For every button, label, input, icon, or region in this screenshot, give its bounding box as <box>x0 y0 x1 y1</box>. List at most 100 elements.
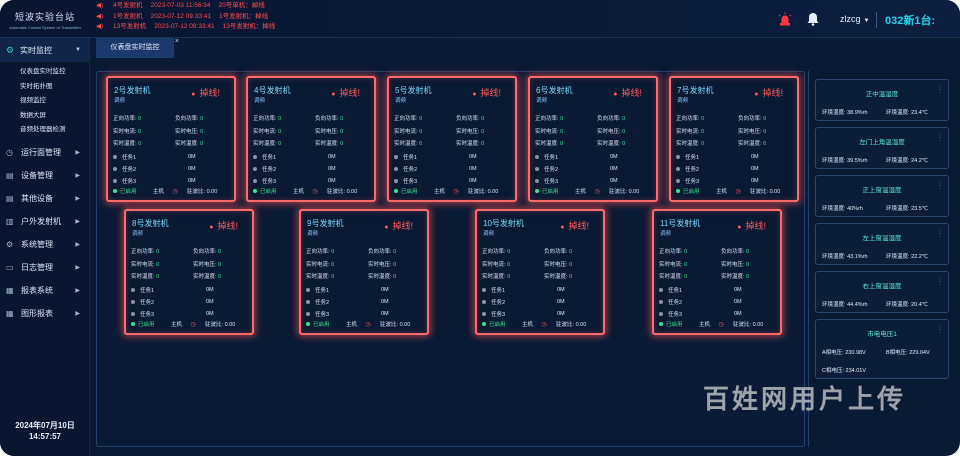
task-row: 任务1 0M <box>113 151 233 163</box>
task-row: 任务3 0M <box>253 175 373 187</box>
enabled-dot-icon <box>253 189 257 193</box>
alarm-light-icon[interactable] <box>778 12 792 26</box>
transmitter-name: 2号发射机 <box>114 86 151 95</box>
sidebar-item-system[interactable]: ⚙ 系统管理 ▶ <box>0 233 89 256</box>
alarm-ticker: ◀) 4号发射机 2023-07-03 11:56:34 20号单机：掉线 ◀) 1号发… <box>96 1 283 33</box>
sidebar-item-operations[interactable]: ◷ 运行面管理 ▶ <box>0 141 89 164</box>
task-row: 任务2 0M <box>659 296 779 308</box>
transmitter-name: 8号发射机 <box>132 219 169 228</box>
task-row: 任务2 0M <box>306 296 426 308</box>
metrics: 正向功率: 0 负向功率: 0 实时电流: 0 实时电压: 0 实时温度: 0 实时温度:… <box>306 249 397 280</box>
card-footer: 已启用 主机 ◷ 驻波比: 0.00 <box>394 187 516 195</box>
bullet-icon <box>659 312 663 316</box>
alarm-item[interactable]: ◀) 1号发射机 2023-07-12 09:33:41 1号发射机：掉线 <box>96 12 283 23</box>
transmitter-card[interactable]: 9号发射机 调频 ● 掉线! 正向功率: 0 负向功率: 0 实时电流: 0 实时电压: 0实… <box>299 209 429 335</box>
tab-dashboard-monitor[interactable]: 仪表盘实时监控 × <box>96 38 179 58</box>
env-card[interactable]: · · · 右上窗温湿度 环境湿度: 44.4%rh 环境温度: 20.4℃ <box>815 271 949 313</box>
clock-icon: ◷ <box>541 321 547 328</box>
status-badge: ● 掉线! <box>384 221 413 231</box>
transmitter-name: 7号发射机 <box>677 86 714 95</box>
more-icon[interactable]: · · · <box>939 276 941 288</box>
speaker-icon: ◀) <box>96 12 104 20</box>
sidebar-item-other-devices[interactable]: ▤ 其他设备 ▶ <box>0 187 89 210</box>
transmitter-card[interactable]: 7号发射机 调频 ● 掉线! 正向功率: 0 负向功率: 0 实时电流: 0 实时电压: 0实… <box>669 76 799 202</box>
transmitter-card[interactable]: 2号发射机 调频 ● 掉线! 正向功率: 0 负向功率: 0 实时电流: 0 实时电压: 0实… <box>106 76 236 202</box>
more-icon[interactable]: · · · <box>939 132 941 144</box>
env-card[interactable]: · · · 左上窗温湿度 环境湿度: 43.1%rh 环境温度: 22.2℃ <box>815 223 949 265</box>
other-device-icon: ▤ <box>6 193 14 203</box>
watermark: 百姓网用户上传 <box>703 385 907 415</box>
card-footer: 已启用 主机 ◷ 驻波比: 0.00 <box>535 187 657 195</box>
status-dot-icon: ● <box>613 91 618 98</box>
sidebar-item-devices[interactable]: ▤ 设备管理 ▶ <box>0 164 89 187</box>
transmitter-mode: 调频 <box>307 231 319 237</box>
card-footer: 已启用 主机 ◷ 驻波比: 0.00 <box>659 320 781 328</box>
submenu-video[interactable]: 视频监控 <box>0 94 89 109</box>
clock-icon: ◷ <box>718 321 724 328</box>
more-icon[interactable]: · · · <box>939 324 941 336</box>
sidebar-item-chart-reports[interactable]: ▦ 图形报表 ▶ <box>0 302 89 325</box>
transmitter-card[interactable]: 5号发射机 调频 ● 掉线! 正向功率: 0 负向功率: 0 实时电流: 0 实时电压: 0实… <box>387 76 517 202</box>
transmitter-card[interactable]: 8号发射机 调频 ● 掉线! 正向功率: 0 负向功率: 0 实时电流: 0 实时电压: 0实… <box>124 209 254 335</box>
transmitter-card[interactable]: 4号发射机 调频 ● 掉线! 正向功率: 0 负向功率: 0 实时电流: 0 实时电压: 0实… <box>246 76 376 202</box>
more-icon[interactable]: · · · <box>939 180 941 192</box>
bell-icon[interactable] <box>806 12 820 26</box>
sidebar-item-logs[interactable]: ▭ 日志管理 ▶ <box>0 256 89 279</box>
close-icon[interactable]: × <box>175 32 179 52</box>
task-list: 任务1 0M 任务2 0M 任务3 0M <box>394 151 514 187</box>
chevron-right-icon: ▶ <box>75 218 80 225</box>
sidebar-item-outdoor-transmitter[interactable]: ▥ 户外发射机 ▶ <box>0 210 89 233</box>
sidebar-item-realtime-monitor[interactable]: ⚙ 实时监控 ▼ <box>0 38 89 62</box>
submenu-data-screen[interactable]: 数据大屏 <box>0 109 89 124</box>
card-footer: 已启用 主机 ◷ 驻波比: 0.00 <box>253 187 375 195</box>
more-icon[interactable]: · · · <box>939 228 941 240</box>
alarm-item[interactable]: ◀) 4号发射机 2023-07-03 11:56:34 20号单机：掉线 <box>96 1 283 12</box>
submenu-dashboard-monitor[interactable]: 仪表盘实时监控 <box>0 65 89 80</box>
task-row: 任务3 0M <box>676 175 796 187</box>
env-title: 正中温湿度 <box>865 91 899 98</box>
submenu-topology[interactable]: 实时拓扑图 <box>0 80 89 95</box>
submenu-audio-processor[interactable]: 音频处理器检测 <box>0 123 89 138</box>
status-dot-icon: ● <box>384 224 389 231</box>
card-footer: 已启用 主机 ◷ 驻波比: 0.00 <box>306 320 428 328</box>
user-menu[interactable]: zlzcg ▼ <box>840 14 869 24</box>
more-icon[interactable]: · · · <box>939 84 941 96</box>
clock-icon: ◷ <box>312 188 318 195</box>
env-card[interactable]: · · · 左门上角温湿度 环境湿度: 39.5%rh 环境温度: 24.2℃ <box>815 127 949 169</box>
clock-icon: ◷ <box>6 147 13 157</box>
env-card[interactable]: · · · 正中温湿度 环境湿度: 38.9%rh 环境温度: 23.4℃ <box>815 79 949 121</box>
user-name: zlzcg <box>840 14 861 24</box>
status-badge: ● 掉线! <box>560 221 589 231</box>
bullet-icon <box>113 179 117 183</box>
bullet-icon <box>676 167 680 171</box>
transmitter-card[interactable]: 10号发射机 调频 ● 掉线! 正向功率: 0 负向功率: 0 实时电流: 0 实时电压: 0… <box>475 209 605 335</box>
mains-title: 市电电压1 <box>867 331 897 338</box>
status-badge: ● 掉线! <box>209 221 238 231</box>
task-row: 任务1 0M <box>482 284 602 296</box>
metrics: 正向功率: 0 负向功率: 0 实时电流: 0 实时电压: 0 实时温度: 0 实时温度:… <box>535 116 626 147</box>
status-dot-icon: ● <box>737 224 742 231</box>
app-title: 短波实验台站 <box>14 12 75 22</box>
app-logo[interactable]: 短波实验台站 Automatic Control System of Trans… <box>0 0 90 38</box>
card-footer: 已启用 主机 ◷ 驻波比: 0.00 <box>131 320 253 328</box>
alarm-item[interactable]: ◀) 13号发射机 2023-07-12 09:33:41 13号发射机：掉线 <box>96 22 283 33</box>
sidebar-item-reports[interactable]: ▦ 报表系统 ▶ <box>0 279 89 302</box>
transmitter-card[interactable]: 6号发射机 调频 ● 掉线! 正向功率: 0 负向功率: 0 实时电流: 0 实时电压: 0实… <box>528 76 658 202</box>
speaker-icon: ◀) <box>96 23 104 30</box>
env-card[interactable]: · · · 正上窗温湿度 环境湿度: 40%rh 环境温度: 23.5℃ <box>815 175 949 217</box>
task-row: 任务3 0M <box>131 308 251 320</box>
clock-icon: ◷ <box>735 188 741 195</box>
task-list: 任务1 0M 任务2 0M 任务3 0M <box>535 151 655 187</box>
mains-voltage-card[interactable]: · · · 市电电压1 A相电压: 230.98V B相电压: 229.04V C相电… <box>815 319 949 379</box>
task-row: 任务1 0M <box>306 284 426 296</box>
task-row: 任务2 0M <box>535 163 655 175</box>
task-row: 任务3 0M <box>659 308 779 320</box>
metrics: 正向功率: 0 负向功率: 0 实时电流: 0 实时电压: 0 实时温度: 0 实时温度:… <box>659 249 750 280</box>
status-dot-icon: ● <box>209 224 214 231</box>
bullet-icon <box>394 179 398 183</box>
divider <box>876 12 877 28</box>
env-title: 右上窗温湿度 <box>862 283 902 290</box>
task-row: 任务3 0M <box>482 308 602 320</box>
chevron-right-icon: ▶ <box>75 310 80 317</box>
transmitter-card[interactable]: 11号发射机 调频 ● 掉线! 正向功率: 0 负向功率: 0 实时电流: 0 实时电压: 0… <box>652 209 782 335</box>
